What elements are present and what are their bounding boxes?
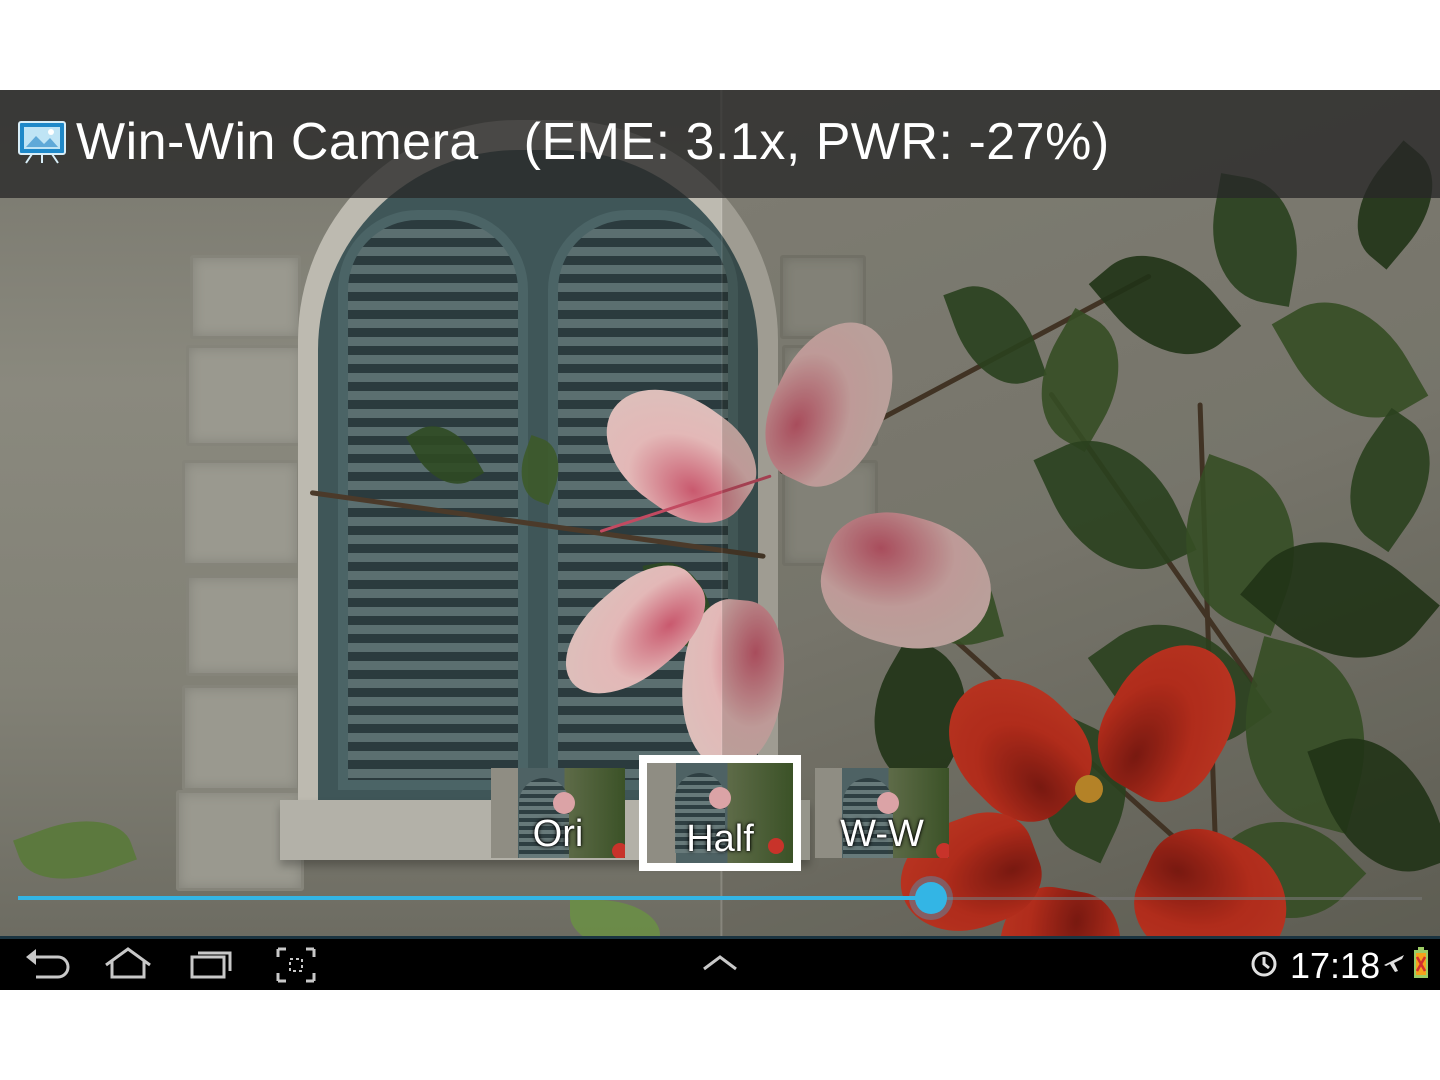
status-clock: 17:18 xyxy=(1290,945,1381,986)
clock-alarm-icon xyxy=(1250,949,1278,984)
mode-half-button[interactable]: Half xyxy=(639,755,801,871)
chevron-up-icon[interactable] xyxy=(692,945,748,985)
mode-ww-button[interactable]: W-W xyxy=(815,768,949,858)
blend-slider-thumb[interactable] xyxy=(914,882,947,914)
blend-slider-fill xyxy=(18,896,931,900)
mode-ori-label: Ori xyxy=(532,813,584,855)
system-navigation-bar: 17:18 xyxy=(0,936,1440,990)
app-title: Win-Win Camera (EME: 3.1x, PWR: -27%) xyxy=(76,113,1110,171)
back-icon[interactable] xyxy=(18,945,74,985)
mode-ww-label: W-W xyxy=(840,813,924,855)
battery-charging-icon xyxy=(1412,947,1430,984)
screenshot-icon[interactable] xyxy=(268,945,324,985)
recent-apps-icon[interactable] xyxy=(184,945,240,985)
action-bar: Win-Win Camera (EME: 3.1x, PWR: -27%) xyxy=(0,90,1440,198)
mode-half-label: Half xyxy=(686,818,754,860)
gallery-presentation-icon[interactable] xyxy=(18,120,66,164)
airplane-mode-icon xyxy=(1382,951,1406,980)
mode-ori-button[interactable]: Ori xyxy=(491,768,625,858)
camera-screen: Win-Win Camera (EME: 3.1x, PWR: -27%) Or… xyxy=(0,90,1440,990)
home-icon[interactable] xyxy=(100,945,156,985)
